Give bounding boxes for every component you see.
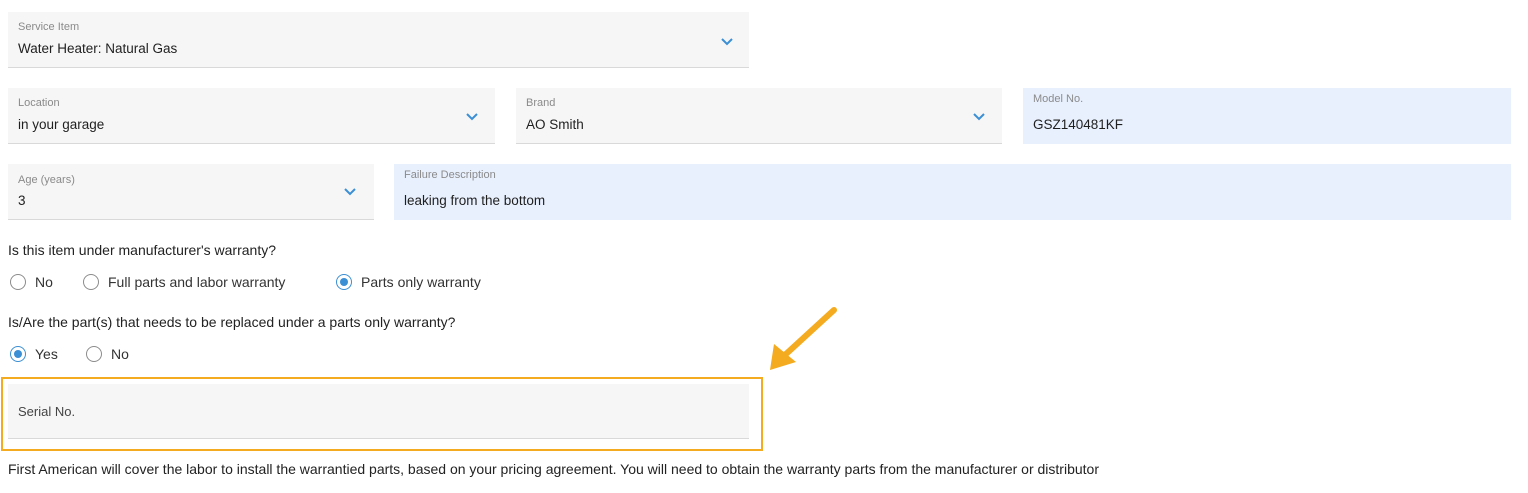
radio-selected-icon[interactable] [10, 346, 26, 362]
labor-coverage-note: First American will cover the labor to i… [8, 461, 1099, 477]
failure-description-value: leaking from the bottom [404, 193, 546, 208]
arrow-icon [770, 307, 837, 370]
brand-label: Brand [526, 97, 556, 109]
serial-number-highlight-box [1, 377, 763, 451]
radio-icon[interactable] [83, 274, 99, 290]
parts-warranty-question: Is/Are the part(s) that needs to be repl… [8, 314, 456, 330]
parts-option-no-label: No [111, 346, 129, 362]
parts-option-no[interactable]: No [86, 343, 129, 365]
parts-radio-group: Yes No [8, 343, 208, 365]
warranty-option-parts-only-label: Parts only warranty [361, 274, 481, 290]
service-item-label: Service Item [18, 21, 80, 33]
age-select[interactable]: Age (years) 3 [8, 164, 374, 220]
radio-selected-icon[interactable] [336, 274, 352, 290]
parts-option-yes[interactable]: Yes [10, 343, 58, 365]
warranty-option-no-label: No [35, 274, 53, 290]
chevron-down-icon[interactable] [972, 112, 986, 122]
model-number-field[interactable]: Model No. GSZ140481KF [1023, 88, 1511, 144]
warranty-option-full-label: Full parts and labor warranty [108, 274, 286, 290]
service-item-select[interactable]: Service Item Water Heater: Natural Gas [8, 12, 749, 68]
chevron-down-icon[interactable] [720, 37, 734, 47]
chevron-down-icon[interactable] [343, 187, 357, 197]
warranty-option-parts-only[interactable]: Parts only warranty [336, 271, 481, 293]
warranty-question: Is this item under manufacturer's warran… [8, 242, 277, 258]
radio-icon[interactable] [86, 346, 102, 362]
location-label: Location [18, 97, 60, 109]
service-item-value: Water Heater: Natural Gas [18, 41, 178, 56]
location-value: in your garage [18, 117, 105, 132]
age-value: 3 [18, 193, 26, 208]
chevron-down-icon[interactable] [465, 112, 479, 122]
parts-option-yes-label: Yes [35, 346, 58, 362]
location-select[interactable]: Location in your garage [8, 88, 495, 144]
brand-value: AO Smith [526, 117, 584, 132]
failure-description-field[interactable]: Failure Description leaking from the bot… [394, 164, 1511, 220]
warranty-option-full[interactable]: Full parts and labor warranty [83, 271, 285, 293]
model-number-label: Model No. [1033, 93, 1084, 105]
warranty-option-no[interactable]: No [10, 271, 53, 293]
age-label: Age (years) [18, 174, 75, 186]
model-number-value: GSZ140481KF [1033, 117, 1124, 132]
brand-select[interactable]: Brand AO Smith [516, 88, 1002, 144]
warranty-radio-group: No Full parts and labor warranty Parts o… [8, 271, 608, 293]
failure-description-label: Failure Description [404, 169, 496, 181]
radio-icon[interactable] [10, 274, 26, 290]
